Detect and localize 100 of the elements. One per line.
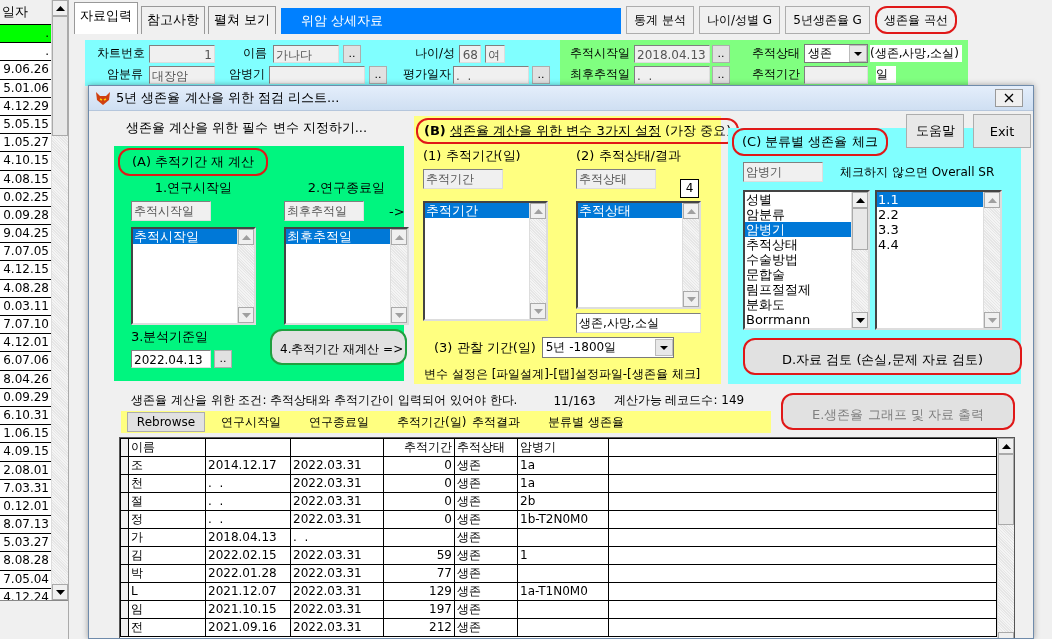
text-field[interactable]: . . — [453, 65, 529, 84]
browse-button[interactable]: .. — [712, 65, 730, 84]
dropdown[interactable]: 생존 — [804, 44, 868, 63]
scrollbar[interactable] — [51, 0, 68, 600]
button[interactable]: Exit — [973, 114, 1031, 148]
table-cell: 생존 — [454, 546, 518, 565]
table-cell: 0 — [383, 456, 455, 475]
text-field[interactable]: 암병기 — [743, 162, 823, 182]
text-field[interactable]: 생존,사망,소실 — [576, 313, 701, 333]
column-label: (1) 추적기간(일) — [423, 147, 522, 165]
text-field[interactable]: 여 — [485, 44, 505, 63]
up-arrow-icon — [855, 197, 865, 203]
scrollbar[interactable] — [390, 229, 407, 323]
table-cell: 2022.03.31 — [290, 456, 384, 475]
table-cell: 1 — [517, 546, 609, 565]
browse-button[interactable]: .. — [214, 350, 232, 368]
scrollbar[interactable] — [682, 203, 699, 307]
tab[interactable]: 참고사항 — [141, 6, 205, 34]
list-item[interactable]: . — [0, 25, 51, 44]
table-cell: 2022.03.31 — [290, 546, 384, 565]
text-field[interactable] — [269, 65, 365, 84]
table-cell: 2022.03.31 — [290, 510, 384, 529]
section-heading: (A) 추적기간 재 계산 — [118, 148, 269, 176]
list-item[interactable]: 추적기간 — [425, 203, 529, 218]
scrollbar-thumb[interactable] — [52, 16, 68, 136]
list-item[interactable]: 추적상태 — [745, 237, 851, 252]
list-item[interactable]: 추적상태 — [578, 203, 682, 218]
button[interactable]: 생존율 곡선 — [874, 6, 957, 34]
button[interactable]: 통계 분석 — [626, 6, 694, 34]
tab[interactable]: 자료입력 — [74, 2, 138, 34]
recalculate-button[interactable]: 4.추적기간 재계산 => — [270, 329, 407, 365]
list-item[interactable]: 추적시작일 — [133, 229, 237, 244]
table-cell: 전 — [128, 618, 206, 637]
list-item[interactable]: 분화도 — [745, 297, 851, 312]
table-cell: 김 — [128, 546, 206, 565]
table-cell: 1b-T2N0M0 — [517, 510, 609, 529]
tab[interactable]: 펼쳐 보기 — [208, 6, 277, 34]
scrollbar[interactable] — [237, 229, 254, 323]
list-item[interactable]: 암병기 — [745, 222, 851, 237]
scrollbar-thumb[interactable] — [852, 208, 868, 250]
browse-button[interactable]: .. — [712, 44, 730, 63]
text-field[interactable] — [804, 65, 868, 84]
list-item[interactable]: 문합술 — [745, 267, 851, 282]
text-field[interactable]: 가나다 — [273, 44, 339, 63]
close-button[interactable] — [995, 89, 1023, 107]
browse-button[interactable]: .. — [532, 65, 550, 84]
column-header[interactable]: 암병기 — [517, 438, 609, 457]
column-header[interactable]: 일자 — [0, 0, 51, 25]
table-cell: 생존 — [454, 564, 518, 583]
down-arrow-icon — [855, 317, 865, 323]
list-item[interactable]: 최후추적일 — [286, 229, 390, 244]
table-cell: 1a — [517, 456, 609, 475]
button[interactable]: 나이/성별 G — [698, 6, 781, 34]
list-item[interactable]: Borrmann — [745, 312, 851, 327]
list-item[interactable]: 수술방법 — [745, 252, 851, 267]
browse-button[interactable]: .. — [369, 65, 387, 84]
down-arrow-icon — [533, 308, 543, 314]
calculable-count: 계산가능 레코드수: 149 — [613, 392, 745, 409]
arrow-text: -> — [389, 203, 405, 219]
text-field[interactable]: 2022.04.13 — [131, 350, 211, 368]
list-item[interactable]: 암분류 — [745, 207, 851, 222]
table-cell: 정 — [128, 510, 206, 529]
table-cell: L — [128, 582, 206, 601]
table-cell: . . — [290, 528, 384, 547]
text-field[interactable]: 추적시작일 — [131, 201, 211, 221]
table-cell: 생존 — [454, 456, 518, 475]
list-item[interactable]: 림프절절제 — [745, 282, 851, 297]
list-item[interactable]: 4.4 — [877, 237, 983, 252]
column-header[interactable]: 추적기간 — [383, 438, 455, 457]
column-header[interactable]: 추적상태 — [454, 438, 518, 457]
rebrowse-button[interactable]: Rebrowse — [127, 412, 205, 432]
text-field[interactable]: 68 — [459, 44, 481, 63]
scrollbar[interactable] — [529, 203, 546, 319]
list-item[interactable]: 2.2 — [877, 207, 983, 222]
scrollbar[interactable] — [983, 192, 1000, 328]
column-header[interactable]: 이름 — [128, 438, 206, 457]
button[interactable]: 도움말 — [906, 114, 964, 148]
text-field[interactable]: 2018.04.13 — [634, 44, 710, 63]
text-field[interactable]: 추적기간 — [423, 169, 503, 189]
dropdown[interactable]: 5년 -1800일 — [541, 337, 674, 358]
text-field[interactable]: 추적상태 — [576, 169, 656, 189]
browse-button[interactable]: .. — [343, 44, 361, 63]
list-item[interactable]: 성별 — [745, 192, 851, 207]
table-cell: 2021.09.16 — [205, 618, 291, 637]
scrollbar-thumb[interactable] — [998, 454, 1014, 526]
table-cell: 77 — [383, 564, 455, 583]
scrollbar[interactable] — [997, 438, 1014, 638]
list-item[interactable]: 3.3 — [877, 222, 983, 237]
list-item[interactable]: 1.1 — [877, 192, 983, 207]
review-button[interactable]: D.자료 검토 (손실,문제 자료 검토) — [743, 338, 1022, 375]
field-label: 추적기간 — [751, 66, 800, 83]
scrollbar[interactable] — [851, 192, 868, 328]
text-field[interactable]: . . — [634, 65, 710, 84]
text-field[interactable]: 1 — [149, 44, 215, 63]
text-field[interactable]: 대장암 — [149, 65, 215, 84]
button[interactable]: 5년생존율 G — [785, 6, 870, 34]
field-label: 최후추적일 — [569, 66, 630, 83]
text-field[interactable]: 최후추적일 — [284, 201, 364, 221]
table-cell: 생존 — [454, 528, 518, 547]
field-label: (3) 관찰 기간(일) — [434, 338, 536, 357]
